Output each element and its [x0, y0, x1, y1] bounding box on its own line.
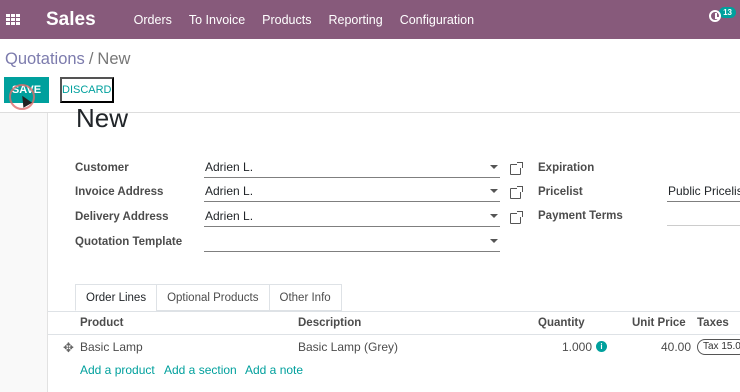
add-product-link[interactable]: Add a product: [80, 363, 155, 377]
column-header-quantity[interactable]: Quantity: [538, 317, 585, 329]
quotation-template-field[interactable]: [204, 234, 500, 252]
column-header-description[interactable]: Description: [298, 317, 361, 329]
cell-description[interactable]: Basic Lamp (Grey): [298, 340, 398, 354]
chevron-down-icon[interactable]: [490, 239, 498, 243]
breadcrumb-current: New: [97, 50, 131, 68]
top-navbar: Sales Orders To Invoice Products Reporti…: [0, 0, 740, 39]
customer-field[interactable]: Adrien L.: [204, 160, 500, 178]
activity-clock-icon[interactable]: [709, 10, 722, 22]
info-icon[interactable]: i: [596, 341, 607, 352]
tab-other-info[interactable]: Other Info: [268, 284, 342, 311]
expiration-label: Expiration: [538, 162, 595, 174]
delivery-address-field[interactable]: Adrien L.: [204, 209, 500, 227]
menu-item-products[interactable]: Products: [262, 13, 311, 27]
external-link-icon[interactable]: [510, 162, 523, 175]
payment-terms-label: Payment Terms: [538, 210, 623, 222]
expiration-field[interactable]: [667, 160, 740, 178]
cell-product[interactable]: Basic Lamp: [80, 340, 143, 354]
main-menu: Orders To Invoice Products Reporting Con…: [134, 13, 491, 27]
discard-button[interactable]: DISCARD: [60, 77, 114, 103]
notebook-tabs: Order Lines Optional Products Other Info: [75, 284, 342, 311]
form-sheet: New Customer Adrien L. Invoice Address A…: [47, 103, 740, 392]
add-section-link[interactable]: Add a section: [164, 363, 237, 377]
breadcrumb-quotations[interactable]: Quotations: [5, 50, 85, 68]
drag-handle-icon[interactable]: ✥: [63, 340, 74, 356]
pricelist-field[interactable]: Public Pricelist: [667, 184, 740, 202]
quotation-template-label: Quotation Template: [75, 236, 183, 248]
tab-optional-products[interactable]: Optional Products: [156, 284, 270, 311]
menu-item-orders[interactable]: Orders: [134, 13, 172, 27]
external-link-icon[interactable]: [510, 186, 523, 199]
table-header-divider: [48, 334, 740, 335]
invoice-address-label: Invoice Address: [75, 186, 164, 198]
external-link-icon[interactable]: [510, 211, 523, 224]
customer-value: Adrien L.: [205, 160, 254, 174]
delivery-address-value: Adrien L.: [205, 209, 254, 223]
record-title: New: [76, 103, 129, 133]
customer-label: Customer: [75, 162, 129, 174]
control-panel: Quotations / New SAVE DISCARD: [0, 39, 740, 113]
systray: 13: [709, 6, 736, 22]
pricelist-label: Pricelist: [538, 186, 583, 198]
activity-badge: 13: [719, 6, 736, 18]
add-note-link[interactable]: Add a note: [245, 363, 303, 377]
pricelist-value: Public Pricelist: [668, 184, 740, 198]
tabs-divider: [48, 311, 740, 312]
menu-item-reporting[interactable]: Reporting: [328, 13, 382, 27]
menu-item-configuration[interactable]: Configuration: [400, 13, 474, 27]
invoice-address-field[interactable]: Adrien L.: [204, 184, 500, 202]
tax-tag[interactable]: Tax 15.0: [697, 339, 740, 355]
delivery-address-label: Delivery Address: [75, 211, 169, 223]
column-header-taxes[interactable]: Taxes: [697, 317, 729, 329]
cell-unit-price[interactable]: 40.00: [661, 340, 691, 354]
chevron-down-icon[interactable]: [490, 189, 498, 193]
invoice-address-value: Adrien L.: [205, 184, 254, 198]
tab-order-lines[interactable]: Order Lines: [75, 284, 158, 311]
breadcrumb-separator: /: [88, 50, 94, 68]
column-header-product[interactable]: Product: [80, 317, 123, 329]
column-header-unit-price[interactable]: Unit Price: [632, 317, 686, 329]
menu-item-to-invoice[interactable]: To Invoice: [189, 13, 245, 27]
apps-menu-icon[interactable]: [6, 13, 20, 26]
payment-terms-field[interactable]: [667, 208, 740, 226]
breadcrumb: Quotations / New: [5, 50, 130, 69]
chevron-down-icon[interactable]: [490, 214, 498, 218]
chevron-down-icon[interactable]: [490, 165, 498, 169]
app-name[interactable]: Sales: [46, 9, 96, 31]
cell-quantity[interactable]: 1.000: [562, 340, 592, 354]
